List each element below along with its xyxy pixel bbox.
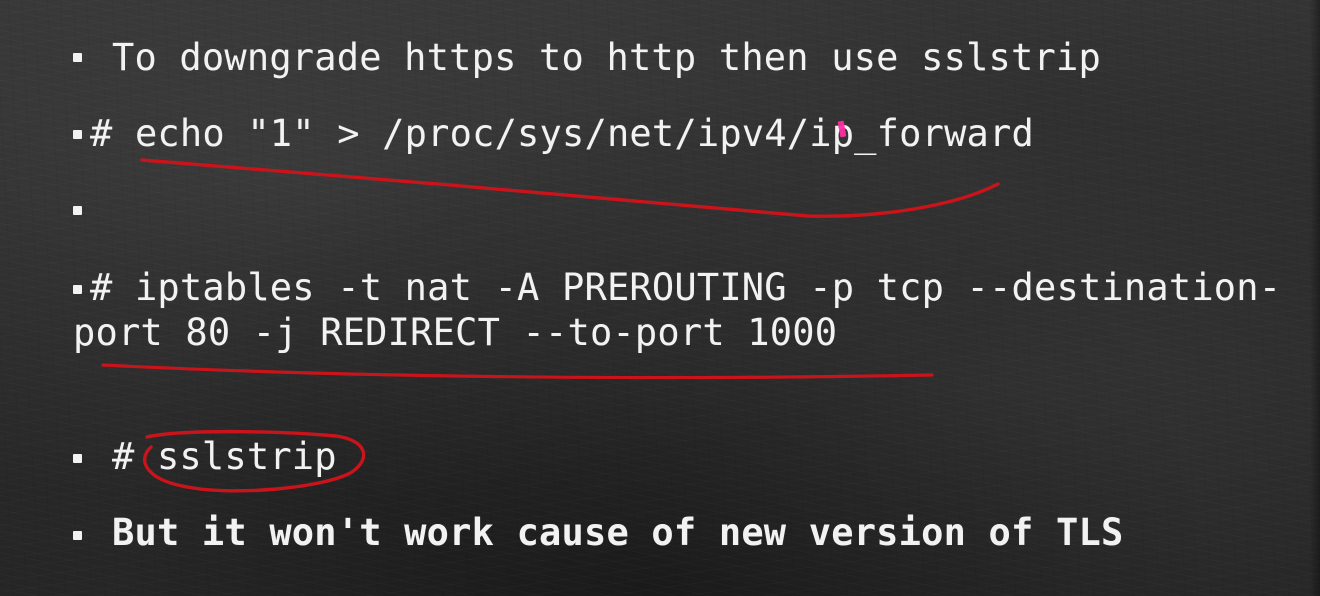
square-bullet-icon [73,285,82,294]
command-line-iptables-1: # iptables -t nat -A PREROUTING -p tcp -… [90,266,1282,309]
command-line-iptables-2: port 80 -j REDIRECT --to-port 1000 [73,311,838,354]
command-line-echo: # echo "1" > /proc/sys/net/ipv4/ip_forwa… [90,112,1034,155]
command-line-sslstrip: # sslstrip [112,435,337,478]
window-edge [1310,0,1320,596]
square-bullet-icon [73,130,82,139]
bullet-line-tls: But it won't work cause of new version o… [112,511,1124,554]
underline-icon [101,363,934,380]
slide: To downgrade https to http then use ssls… [0,0,1320,596]
bullet-line-1: To downgrade https to http then use ssls… [112,36,1101,79]
square-bullet-icon [73,206,82,215]
square-bullet-icon [73,531,82,540]
square-bullet-icon [73,454,82,463]
underline-icon [140,158,1000,218]
square-bullet-icon [73,53,82,62]
